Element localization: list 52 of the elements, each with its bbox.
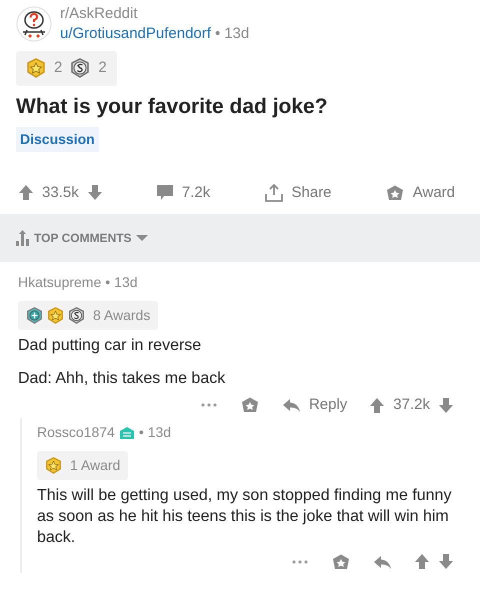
comment-text: This will be getting used, my son stopped finding me funny as soon as he hit his teens this is the joke that will win him back. (37, 486, 452, 548)
downvote-icon[interactable] (438, 553, 454, 570)
comment-age: 13d (148, 423, 172, 442)
downvote-icon[interactable] (86, 184, 103, 202)
coin-award-icon (68, 307, 85, 324)
award-icon (384, 184, 405, 202)
upvote-icon[interactable] (18, 184, 34, 202)
separator-dot: • (214, 24, 220, 43)
share-icon (264, 182, 284, 203)
award-count: 8 Awards (93, 306, 150, 326)
author-name[interactable]: u/GrotiusandPufendorf (60, 24, 211, 43)
comment-icon (156, 184, 174, 202)
comment-age: 13d (114, 273, 138, 292)
separator-dot: • (105, 273, 110, 292)
flair-tag[interactable]: Discussion (16, 126, 99, 152)
award-count: 2 (98, 58, 107, 78)
post-age: 13d (224, 24, 250, 43)
separator-dot: • (138, 423, 144, 442)
downvote-icon[interactable] (438, 396, 454, 414)
reply-button[interactable] (373, 554, 392, 570)
reply-button[interactable]: Reply (282, 394, 348, 416)
sort-dropdown[interactable]: TOP COMMENTS (16, 229, 148, 248)
vote-score: 37.2k (393, 394, 430, 415)
star-award-icon (26, 58, 46, 78)
sort-icon (16, 230, 30, 246)
comment-text: Dad: Ahh, this takes me back (18, 368, 226, 389)
reply-icon (282, 397, 301, 414)
subreddit-avatar-icon[interactable] (16, 6, 52, 42)
award-icon[interactable] (331, 552, 351, 571)
reply-icon (373, 554, 392, 570)
upvote-icon[interactable] (414, 553, 430, 570)
plus-award-icon (26, 307, 43, 324)
award-button[interactable]: Award (384, 182, 455, 204)
comment-text: Dad putting car in reverse (18, 336, 202, 356)
award-count: 2 (54, 58, 62, 78)
share-button[interactable]: Share (264, 182, 332, 204)
star-award-icon (47, 307, 64, 324)
awards-bar[interactable]: 1 Award (37, 451, 128, 480)
vote-score: 33.5k (42, 182, 79, 203)
coin-award-icon (70, 58, 90, 78)
subreddit-name[interactable]: r/AskReddit (60, 4, 250, 24)
star-award-icon (45, 457, 62, 474)
comment-author[interactable]: Hkatsupreme (18, 272, 102, 294)
upvote-icon[interactable] (369, 396, 386, 414)
awards-bar[interactable]: 2 2 (16, 51, 117, 86)
comment-author[interactable]: Rossco1874 (37, 422, 115, 444)
post-title: What is your favorite dad joke? (16, 94, 329, 119)
comments-button[interactable]: 7.2k (156, 182, 210, 204)
awards-bar[interactable]: 8 Awards (18, 301, 158, 330)
caret-icon (136, 234, 148, 242)
award-icon[interactable] (240, 396, 260, 414)
award-count: 1 Award (70, 456, 120, 476)
